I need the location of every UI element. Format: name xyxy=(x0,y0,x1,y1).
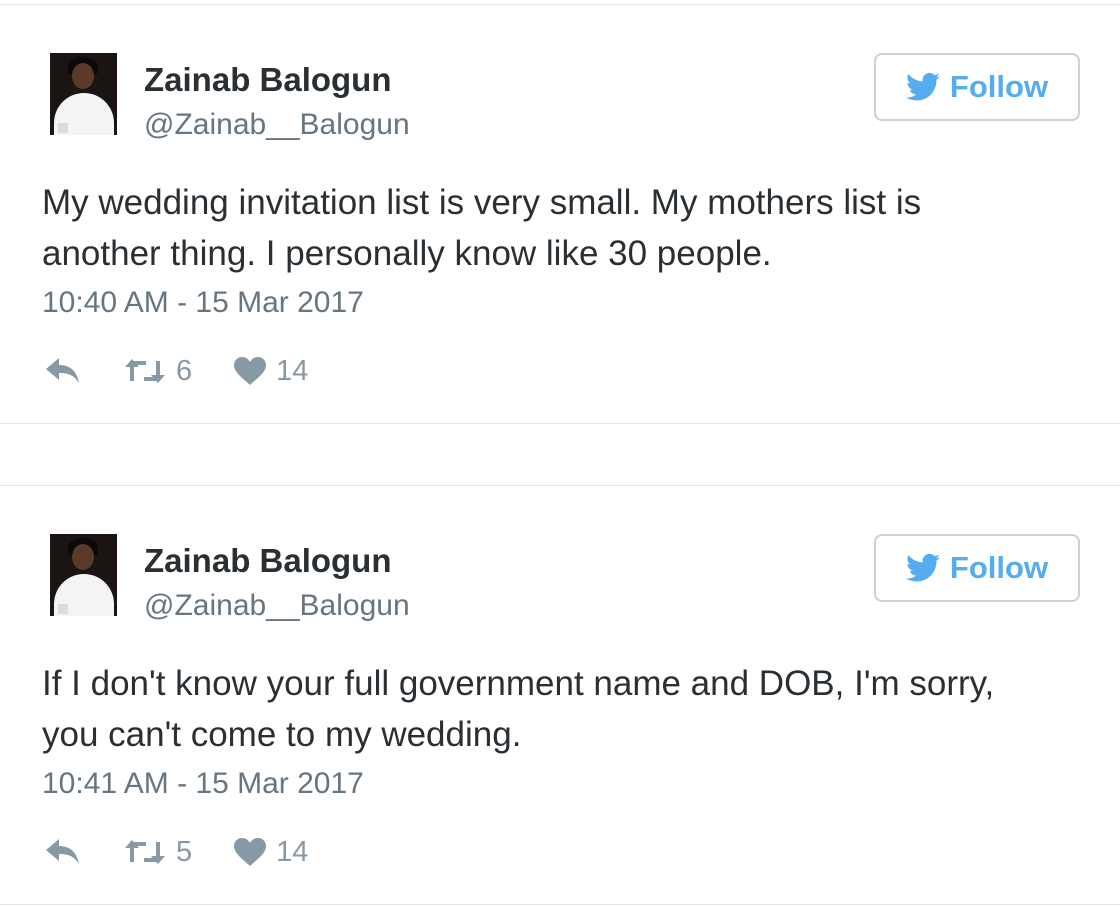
tweet-text-line: If I don't know your full government nam… xyxy=(42,664,995,703)
follow-button-label: Follow xyxy=(949,550,1049,585)
avatar[interactable] xyxy=(50,534,117,616)
reply-icon xyxy=(46,358,79,383)
tweet-card: Zainab Balogun @Zainab__Balogun Follow I… xyxy=(0,485,1120,905)
twitter-bird-icon xyxy=(905,553,940,582)
retweet-button[interactable]: 6 xyxy=(124,355,192,388)
tweet-timestamp[interactable]: 10:41 AM - 15 Mar 2017 xyxy=(42,767,364,801)
follow-button[interactable]: Follow xyxy=(874,53,1080,121)
tweet-text-line: My wedding invitation list is very small… xyxy=(42,183,922,222)
tweet-text: My wedding invitation list is very small… xyxy=(42,177,1052,279)
retweet-button[interactable]: 5 xyxy=(124,836,192,869)
retweet-icon xyxy=(125,840,165,864)
retweet-count: 6 xyxy=(176,354,193,387)
tweet-timestamp[interactable]: 10:40 AM - 15 Mar 2017 xyxy=(42,286,364,320)
tweet-actions: 5 14 xyxy=(46,834,308,870)
avatar[interactable] xyxy=(50,53,117,135)
like-button[interactable]: 14 xyxy=(234,836,308,869)
reply-button[interactable] xyxy=(46,358,80,384)
tweet-text: If I don't know your full government nam… xyxy=(42,658,1052,760)
retweet-count: 5 xyxy=(176,835,193,868)
author-handle[interactable]: @Zainab__Balogun xyxy=(144,108,410,142)
tweet-text-line: another thing. I personally know like 30… xyxy=(42,234,772,273)
like-count: 14 xyxy=(276,835,309,868)
author-handle[interactable]: @Zainab__Balogun xyxy=(144,589,410,623)
heart-icon xyxy=(234,838,267,866)
tweet-card: Zainab Balogun @Zainab__Balogun Follow M… xyxy=(0,4,1120,424)
reply-button[interactable] xyxy=(46,839,80,865)
like-count: 14 xyxy=(276,354,309,387)
heart-icon xyxy=(234,357,267,385)
author-name[interactable]: Zainab Balogun xyxy=(144,61,392,99)
retweet-icon xyxy=(125,359,165,383)
tweet-actions: 6 14 xyxy=(46,353,308,389)
follow-button-label: Follow xyxy=(949,69,1049,104)
like-button[interactable]: 14 xyxy=(234,355,308,388)
tweet-text-line: you can't come to my wedding. xyxy=(42,715,522,754)
author-name[interactable]: Zainab Balogun xyxy=(144,542,392,580)
twitter-bird-icon xyxy=(905,72,940,101)
reply-icon xyxy=(46,839,79,864)
follow-button[interactable]: Follow xyxy=(874,534,1080,602)
